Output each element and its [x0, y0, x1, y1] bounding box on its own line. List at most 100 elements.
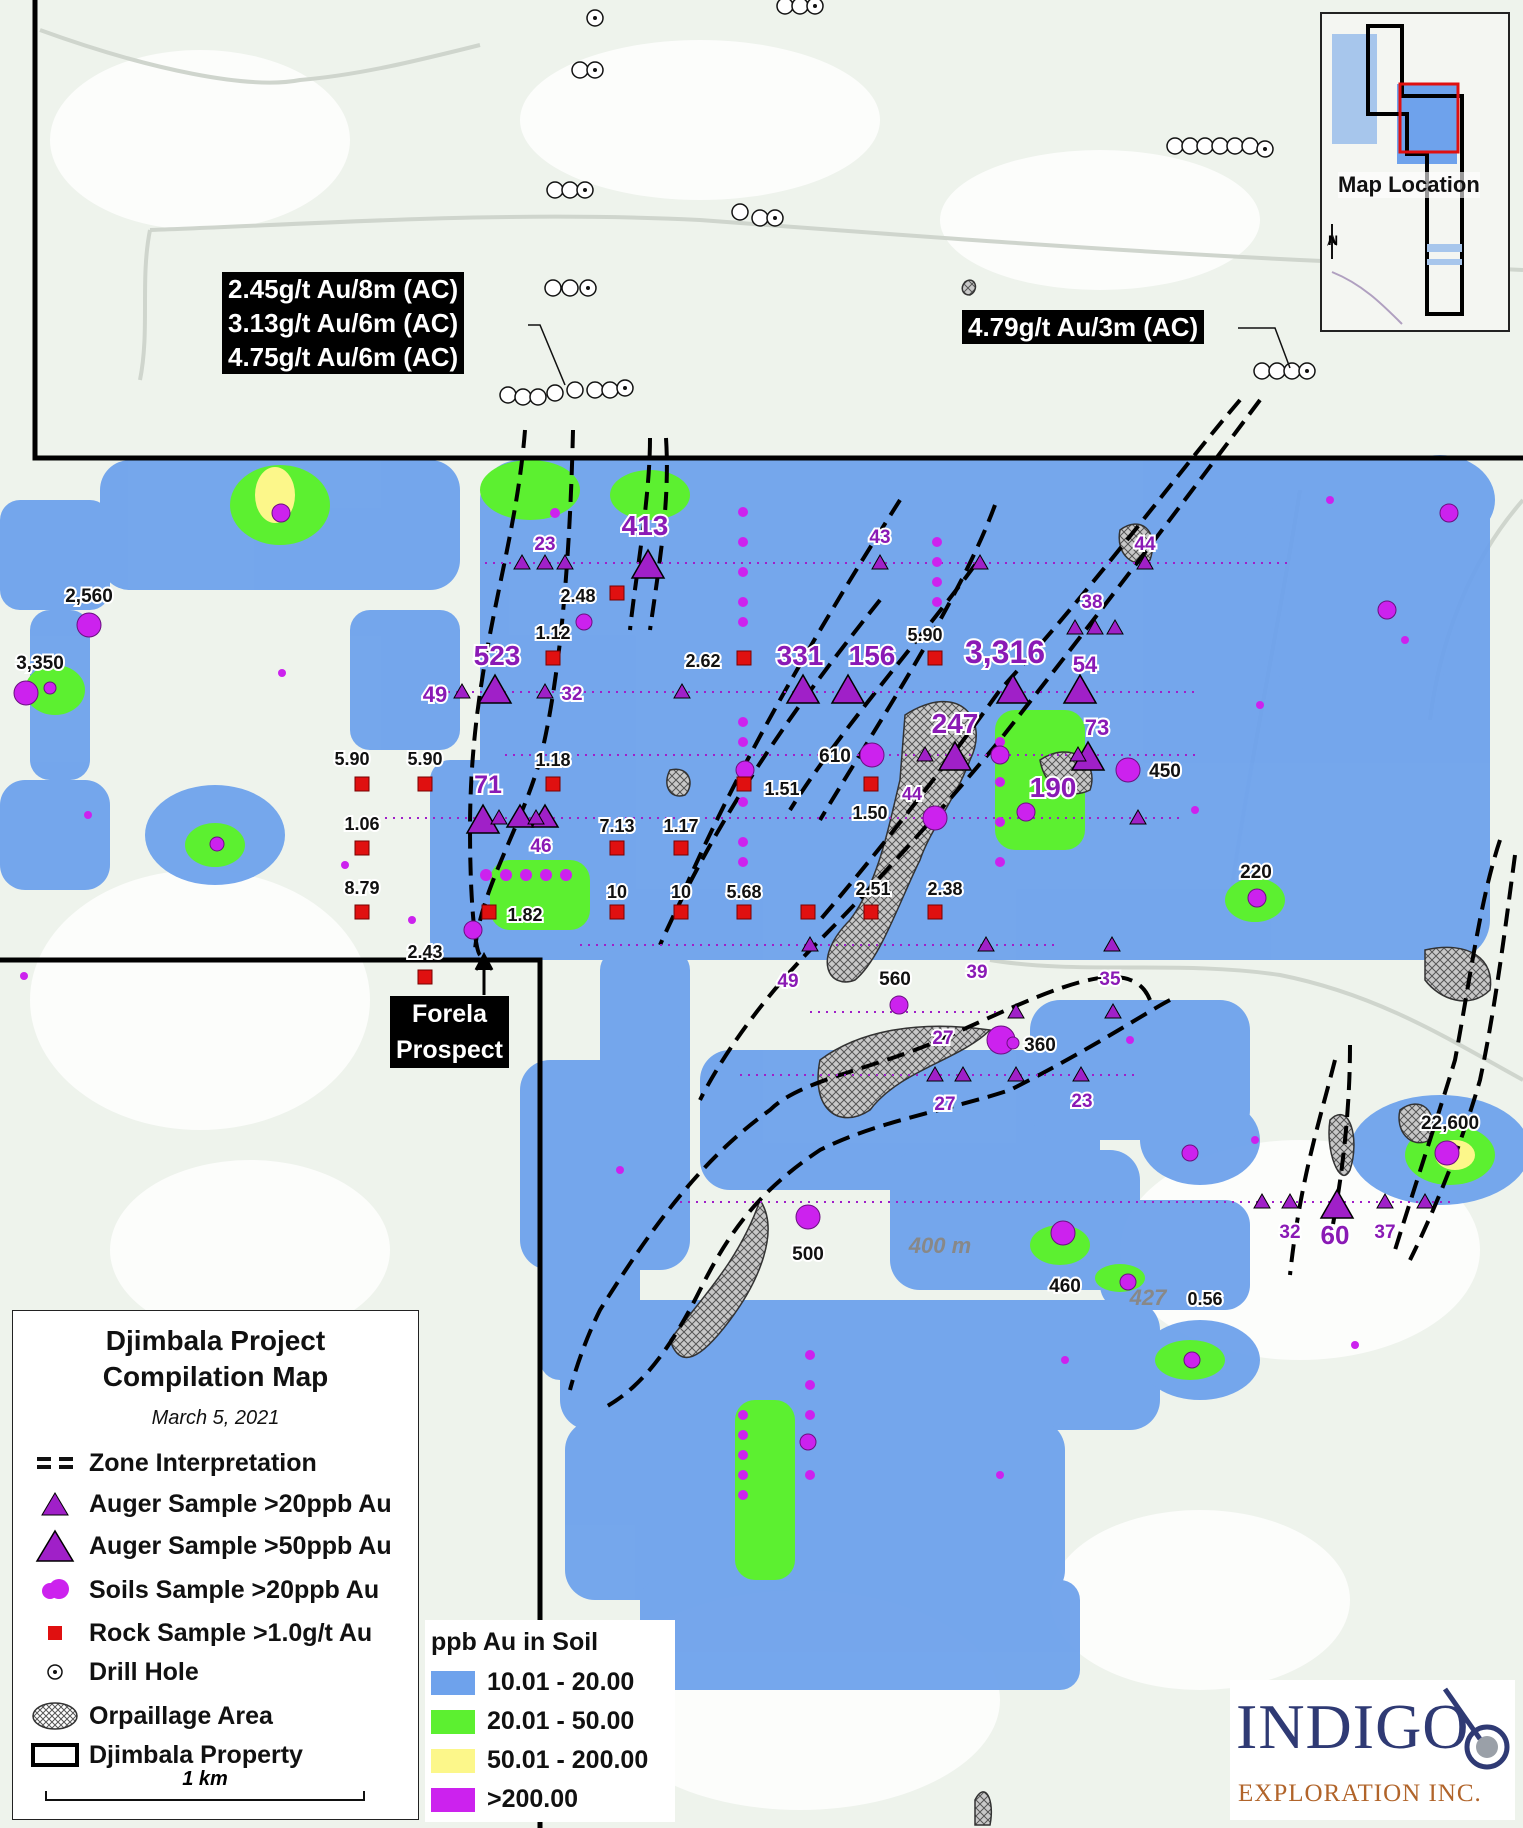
rock-label: 2.43 [407, 942, 442, 962]
auger-label: 46 [530, 836, 551, 857]
soil-label: 610 [819, 746, 851, 767]
auger-label: 49 [423, 682, 447, 707]
rock-label: 10 [671, 882, 691, 902]
intercept-line: 2.45g/t Au/8m (AC) [228, 274, 459, 304]
auger-label: 3,316 [965, 634, 1045, 670]
soil-label: 360 [1024, 1035, 1056, 1056]
auger-label: 49 [777, 971, 798, 992]
auger-label: 32 [561, 684, 582, 705]
rock-label: 1.50 [852, 803, 887, 823]
legend-item-zone: Zone Interpretation [31, 1446, 317, 1480]
auger-label: 523 [474, 640, 521, 671]
legend-label: Rock Sample >1.0g/t Au [89, 1618, 373, 1647]
legend-item-auger-50: Auger Sample >50ppb Au [31, 1529, 392, 1563]
drill-intercept-callout-right: 4.79g/t Au/3m (AC) [962, 310, 1205, 344]
color-swatch [431, 1748, 475, 1773]
rock-label: 2.51 [855, 879, 890, 899]
auger-label: 44 [902, 784, 922, 804]
color-swatch [431, 1670, 475, 1695]
magnifier-icon [1442, 1687, 1510, 1770]
auger-label: 35 [1099, 969, 1121, 990]
soil-class-row: >200.00 [431, 1780, 675, 1819]
soil-class-row: 10.01 - 20.00 [431, 1663, 675, 1702]
rock-label: 1.12 [535, 623, 570, 643]
soil-legend-title: ppb Au in Soil [431, 1628, 599, 1656]
rock-label: 2.48 [560, 586, 595, 606]
square-icon [31, 1616, 79, 1650]
scale-label: 1 km [182, 1768, 228, 1790]
soil-label: 22,600 [1421, 1113, 1479, 1134]
auger-label: 247 [932, 708, 979, 739]
rock-label: 1.51 [764, 779, 799, 799]
auger-label: 27 [932, 1028, 953, 1049]
rock-label: 5.68 [726, 882, 761, 902]
auger-label: 60 [1321, 1220, 1350, 1250]
topo-label: 427 [1129, 1285, 1168, 1310]
rock-label: 7.13 [599, 816, 634, 836]
legend-title: Djimbala Project Compilation Map [13, 1323, 418, 1395]
soil-class-row: 50.01 - 200.00 [431, 1741, 675, 1780]
intercept-line: 3.13g/t Au/6m (AC) [228, 308, 459, 338]
circle-icon [31, 1573, 79, 1607]
rock-label: 5.90 [407, 749, 442, 769]
rock-label: 1.18 [535, 750, 570, 770]
rock-label: 0.56 [1187, 1289, 1222, 1309]
auger-label: 23 [534, 534, 555, 555]
auger-label: 44 [1134, 534, 1156, 555]
auger-label: 73 [1085, 715, 1109, 740]
forela-prospect-label: Forela Prospect [390, 996, 509, 1068]
soil-label: 560 [879, 969, 911, 990]
rock-label: 1.82 [507, 905, 542, 925]
soil-label: 220 [1240, 862, 1272, 883]
large-triangle-icon [31, 1529, 79, 1563]
rock-label: 1.06 [344, 814, 379, 834]
map-location-label: Map Location [1338, 172, 1480, 198]
legend-title-line1: Djimbala Project [105, 1325, 326, 1356]
rock-label: 8.79 [344, 878, 379, 898]
soil-label: 460 [1049, 1276, 1081, 1297]
auger-label: 54 [1073, 652, 1098, 677]
drill-hole-icon [31, 1655, 79, 1689]
auger-label: 23 [1071, 1091, 1092, 1112]
auger-label: 37 [1374, 1222, 1395, 1243]
color-swatch [431, 1709, 475, 1734]
soil-label: 500 [792, 1244, 824, 1265]
legend-label: Orpaillage Area [89, 1701, 273, 1730]
auger-label: 71 [474, 771, 502, 799]
legend-label: Drill Hole [89, 1657, 199, 1686]
legend-label: Soils Sample >20ppb Au [89, 1575, 380, 1604]
auger-label: 190 [1030, 772, 1077, 803]
legend-item-rock: Rock Sample >1.0g/t Au [31, 1616, 372, 1650]
rock-label: 5.90 [907, 625, 942, 645]
legend-item-property: Djimbala Property [31, 1738, 303, 1772]
legend-label: Zone Interpretation [89, 1448, 317, 1477]
small-triangle-icon [31, 1487, 79, 1521]
auger-label: 39 [966, 962, 987, 983]
auger-label: 156 [849, 640, 896, 671]
legend-date: March 5, 2021 [151, 1407, 280, 1429]
location-inset-map: Map Location N [1320, 12, 1510, 332]
north-arrow-label: N [1328, 232, 1339, 248]
forela-line: Forela [411, 1000, 487, 1028]
soil-class-label: 10.01 - 20.00 [487, 1668, 635, 1696]
soil-class-label: >200.00 [487, 1785, 579, 1813]
soil-class-row: 20.01 - 50.00 [431, 1702, 675, 1741]
intercept-line: 4.79g/t Au/3m (AC) [968, 312, 1199, 342]
auger-label: 27 [934, 1094, 955, 1115]
legend-item-auger-20: Auger Sample >20ppb Au [31, 1487, 392, 1521]
hatched-area-icon [31, 1699, 79, 1733]
rock-label: 10 [607, 882, 627, 902]
soil-legend: ppb Au in Soil 10.01 - 20.00 20.01 - 50.… [425, 1620, 675, 1822]
soil-label: 2,560 [65, 586, 113, 607]
auger-label: 331 [777, 640, 824, 671]
map-legend: Djimbala Project Compilation Map March 5… [12, 1310, 419, 1820]
rock-label: 1.17 [663, 816, 698, 836]
legend-item-orpaillage: Orpaillage Area [31, 1699, 273, 1733]
indigo-logo: INDIGO EXPLORATION INC. [1230, 1680, 1515, 1820]
topo-label: 400 m [908, 1233, 971, 1258]
prospect-line: Prospect [396, 1036, 503, 1064]
auger-label: 38 [1081, 592, 1102, 613]
rock-label: 2.62 [685, 651, 720, 671]
legend-label: Auger Sample >50ppb Au [89, 1531, 392, 1560]
scale-bar-line [45, 1791, 365, 1801]
